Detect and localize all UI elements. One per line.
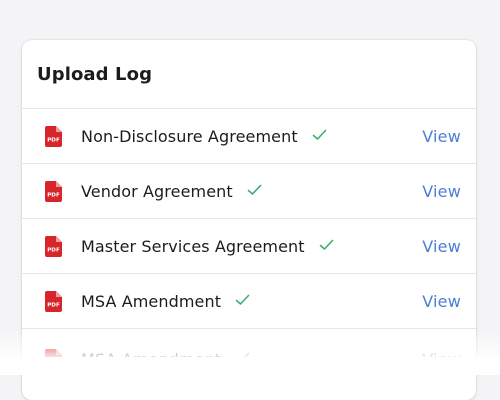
- view-link[interactable]: View: [422, 182, 461, 201]
- view-link[interactable]: View: [422, 237, 461, 256]
- upload-list: PDF Non-Disclosure Agreement View PDF Ve…: [22, 109, 476, 389]
- svg-text:PDF: PDF: [47, 192, 60, 198]
- check-icon: [312, 129, 327, 140]
- file-name: MSA Amendment: [81, 292, 250, 311]
- pdf-icon: PDF: [45, 235, 62, 257]
- viewport-bottom: [0, 357, 500, 375]
- file-name: Master Services Agreement: [81, 237, 334, 256]
- view-link[interactable]: View: [422, 127, 461, 146]
- check-icon: [247, 184, 262, 195]
- list-item: PDF MSA Amendment View: [22, 274, 476, 329]
- file-name: Non-Disclosure Agreement: [81, 127, 327, 146]
- card-title: Upload Log: [37, 63, 153, 85]
- pdf-icon: PDF: [45, 290, 62, 312]
- check-icon: [319, 239, 333, 250]
- list-item: PDF Vendor Agreement View: [22, 164, 476, 219]
- upload-log-card: Upload Log PDF Non-Disclosure Agreement …: [22, 40, 476, 400]
- svg-text:PDF: PDF: [47, 247, 60, 253]
- svg-text:PDF: PDF: [47, 302, 60, 308]
- list-item: PDF Master Services Agreement View: [22, 219, 476, 274]
- check-icon: [235, 294, 250, 305]
- file-name: Vendor Agreement: [81, 182, 262, 201]
- view-link[interactable]: View: [422, 292, 461, 311]
- pdf-icon: PDF: [45, 180, 62, 202]
- svg-text:PDF: PDF: [47, 137, 60, 143]
- pdf-icon: PDF: [45, 125, 62, 147]
- list-item: PDF Non-Disclosure Agreement View: [22, 109, 476, 164]
- card-header: Upload Log: [22, 40, 476, 109]
